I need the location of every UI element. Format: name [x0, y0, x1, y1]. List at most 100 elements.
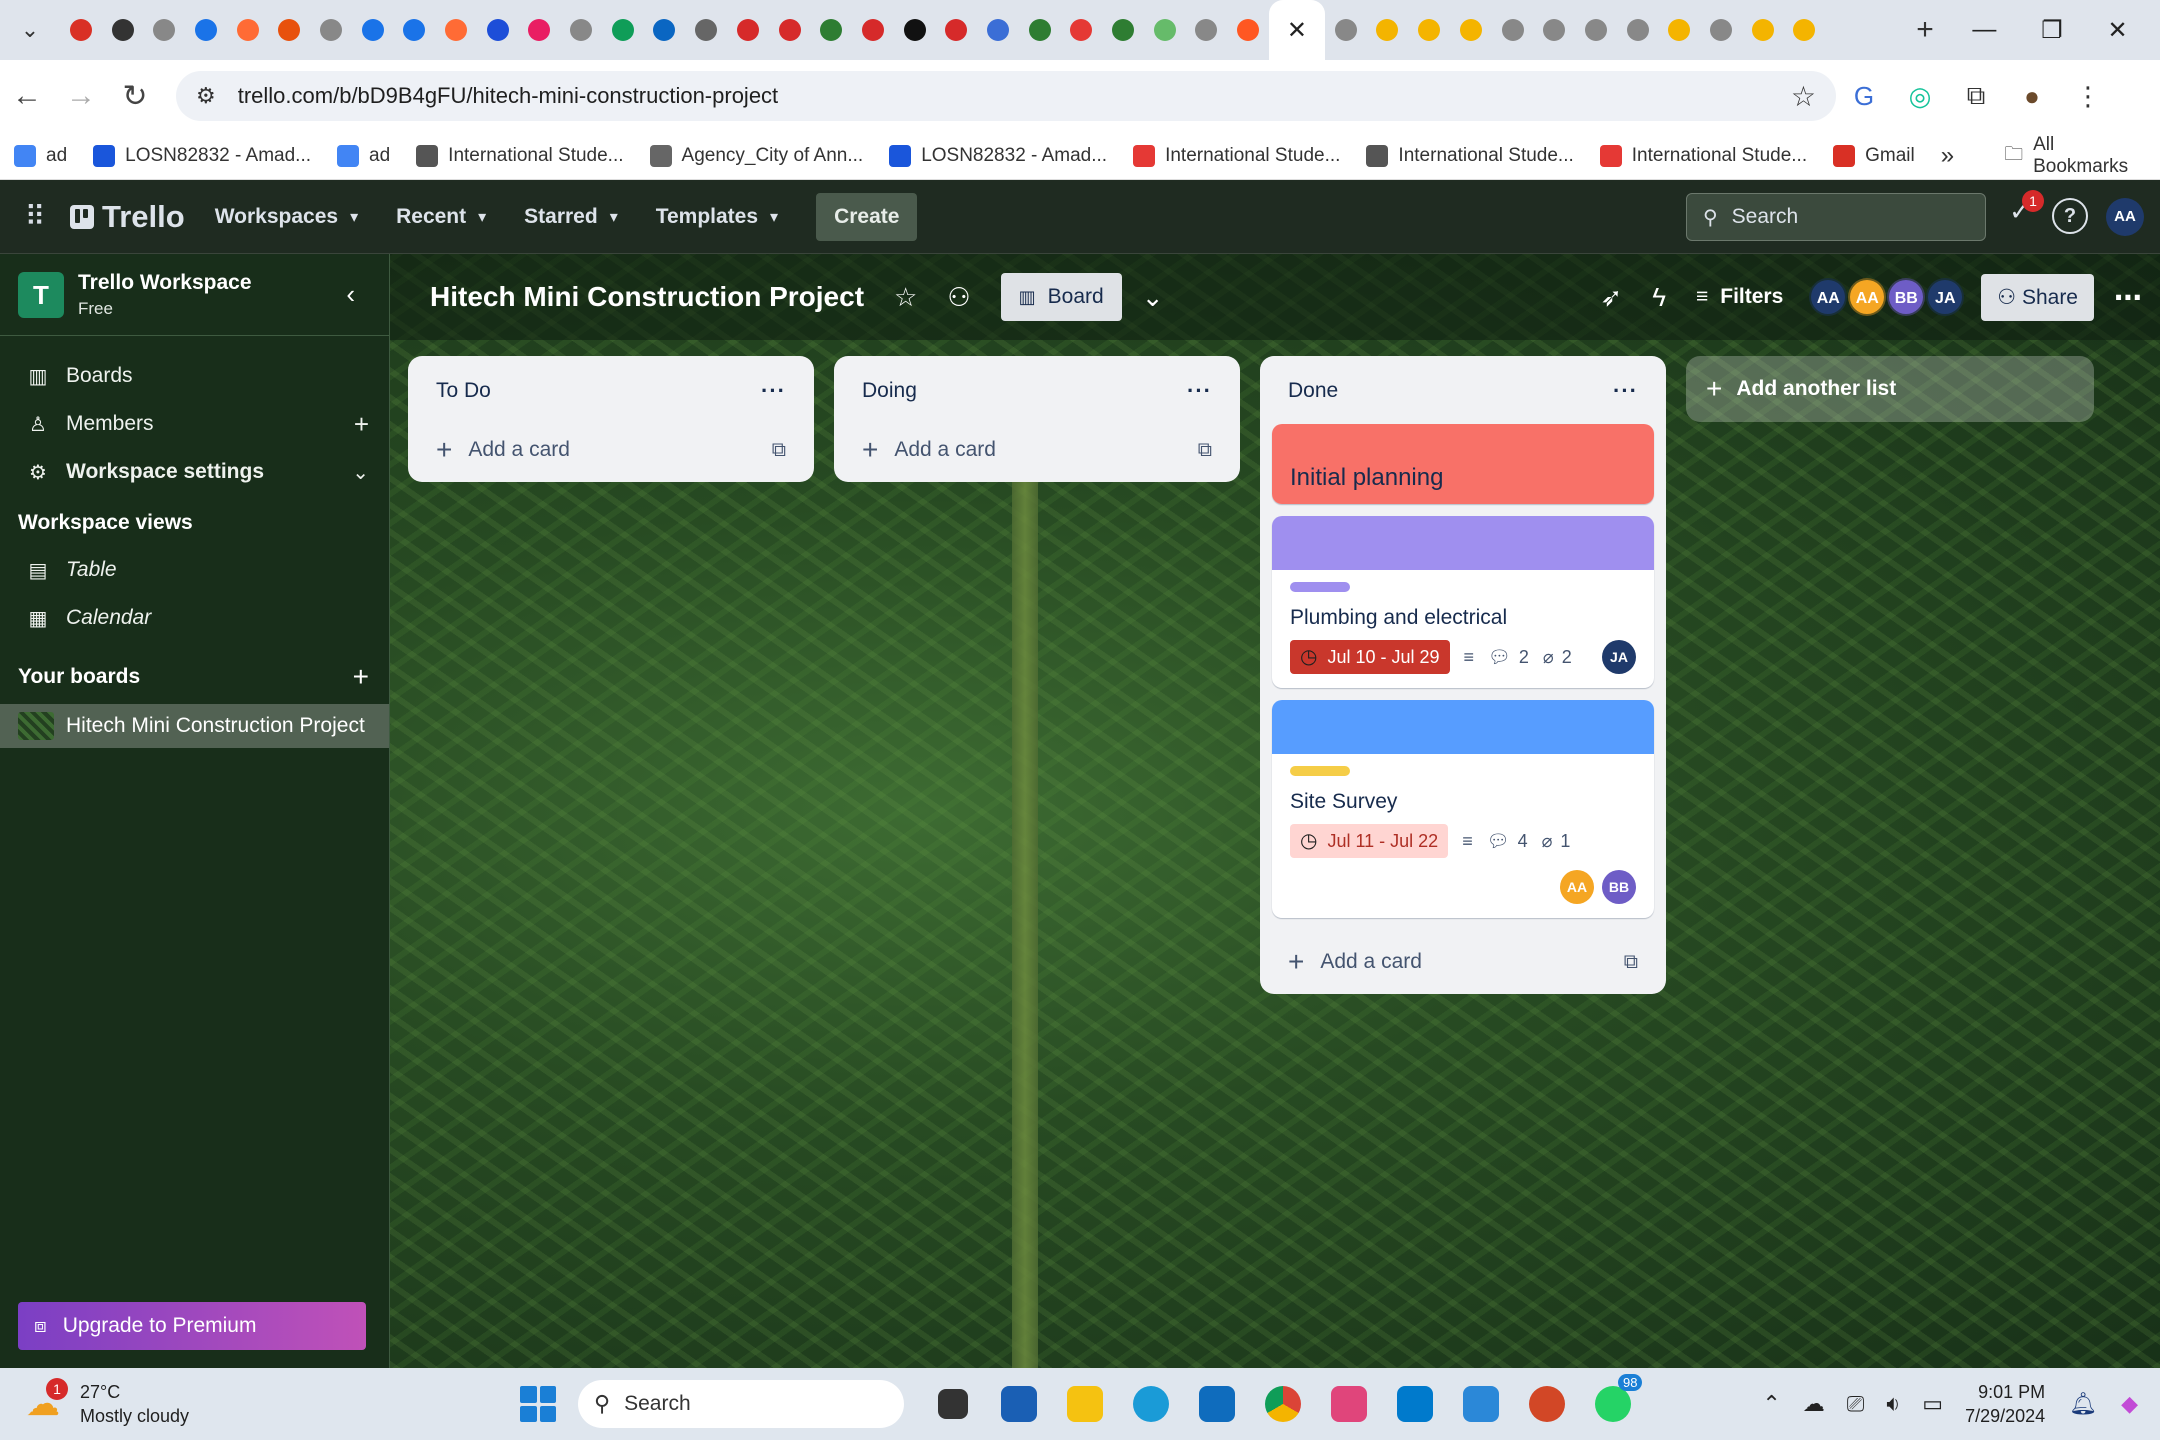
all-bookmarks-link[interactable]: All Bookmarks — [2033, 134, 2140, 178]
board-title[interactable]: Hitech Mini Construction Project — [430, 281, 864, 313]
browser-tab[interactable] — [394, 0, 436, 60]
snipping-tool-icon[interactable] — [1316, 1378, 1382, 1430]
browser-tab[interactable] — [1325, 0, 1367, 60]
new-tab-button[interactable]: + — [1900, 13, 1950, 47]
close-window-icon[interactable]: ✕ — [2107, 16, 2127, 45]
browser-tab[interactable] — [435, 0, 477, 60]
bookmark-star-icon[interactable]: ☆ — [1791, 80, 1816, 113]
browser-tab[interactable] — [1019, 0, 1061, 60]
browser-tab[interactable] — [1575, 0, 1617, 60]
omnibox[interactable]: ⚙ trello.com/b/bD9B4gFU/hitech-mini-cons… — [176, 71, 1836, 121]
close-tab-icon[interactable]: ✕ — [1287, 16, 1307, 45]
board-member-avatar[interactable]: AA — [1848, 278, 1887, 316]
back-icon[interactable]: ← — [0, 79, 54, 113]
profile-avatar-icon[interactable]: ● — [2004, 81, 2060, 112]
browser-tab[interactable] — [1102, 0, 1144, 60]
starred-menu[interactable]: Starred ▾ — [524, 205, 618, 229]
card-member-avatar[interactable]: BB — [1602, 870, 1636, 904]
browser-tab[interactable] — [1700, 0, 1742, 60]
browser-tab[interactable] — [644, 0, 686, 60]
views-chevron-down-icon[interactable]: ⌄ — [1142, 282, 1164, 313]
forward-icon[interactable]: → — [54, 79, 108, 113]
search-input[interactable]: ⚲ Search — [1686, 193, 1986, 241]
board-member-avatar[interactable]: AA — [1809, 278, 1848, 316]
browser-tab[interactable] — [185, 0, 227, 60]
browser-tab[interactable] — [143, 0, 185, 60]
recent-menu[interactable]: Recent ▾ — [396, 205, 486, 229]
card-site-survey[interactable]: Site Survey ◷ Jul 11 - Jul 22 ≡ 💬︎ 4 ⌀ 1 AA… — [1272, 700, 1654, 918]
card-initial-planning[interactable]: Initial planning — [1272, 424, 1654, 504]
browser-tab[interactable] — [894, 0, 936, 60]
list-menu-icon[interactable]: ··· — [1187, 378, 1212, 404]
browser-tab[interactable] — [560, 0, 602, 60]
browser-tab[interactable] — [519, 0, 561, 60]
copilot-icon[interactable]: ◆ — [2121, 1391, 2138, 1417]
outlook-icon[interactable] — [1184, 1378, 1250, 1430]
board-view-button[interactable]: ▥ Board — [1000, 273, 1122, 321]
bookmark-item[interactable]: Agency_City of Ann... — [649, 144, 863, 167]
notification-bell-icon[interactable]: 🔔︎ — [2069, 1391, 2097, 1417]
translate-extension-icon[interactable]: G — [1836, 81, 1892, 112]
bookmark-item[interactable]: International Stude... — [1366, 144, 1574, 167]
automation-bolt-icon[interactable]: ϟ — [1652, 282, 1666, 313]
chrome-menu-icon[interactable]: ⋮ — [2060, 81, 2116, 112]
sidebar-item-table[interactable]: ▤ Table — [0, 546, 389, 594]
browser-tab[interactable] — [727, 0, 769, 60]
browser-tab[interactable] — [935, 0, 977, 60]
list-header[interactable]: Done ··· — [1260, 356, 1666, 426]
list-header[interactable]: Doing ··· — [834, 356, 1240, 426]
browser-tab[interactable] — [1186, 0, 1228, 60]
onedrive-cloud-icon[interactable]: ☁ — [1803, 1391, 1825, 1417]
sidebar-item-calendar[interactable]: ▦ Calendar — [0, 594, 389, 642]
photos-icon[interactable] — [1448, 1378, 1514, 1430]
browser-tab[interactable] — [810, 0, 852, 60]
browser-tab[interactable] — [1227, 0, 1269, 60]
browser-tab[interactable] — [977, 0, 1019, 60]
list-menu-icon[interactable]: ··· — [761, 378, 786, 404]
bookmark-item[interactable]: LOSN82832 - Amad... — [93, 144, 311, 167]
add-another-list-button[interactable]: + Add another list — [1686, 356, 2094, 422]
card-template-icon[interactable]: ⧉ — [772, 439, 786, 462]
create-button[interactable]: Create — [816, 192, 918, 241]
browser-tab[interactable] — [1408, 0, 1450, 60]
taskbar-search[interactable]: ⚲ Search — [578, 1380, 904, 1428]
browser-tab[interactable] — [685, 0, 727, 60]
more-bookmarks-icon[interactable]: » — [1941, 142, 1954, 170]
list-title[interactable]: Doing — [862, 379, 917, 403]
create-board-icon[interactable]: + — [353, 661, 369, 693]
add-card-button[interactable]: + Add a card ⧉ — [1260, 930, 1666, 994]
notifications-bell-icon[interactable]: ✓ 1 — [2000, 190, 2044, 236]
add-card-button[interactable]: + Add a card ⧉ — [408, 418, 814, 482]
store-icon[interactable] — [986, 1378, 1052, 1430]
visibility-icon[interactable]: ⚇ — [947, 282, 970, 313]
collapse-sidebar-icon[interactable]: ‹ — [346, 279, 355, 310]
task-view-icon[interactable] — [920, 1378, 986, 1430]
card-plumbing-electrical[interactable]: Plumbing and electrical ◷ Jul 10 - Jul 29… — [1272, 516, 1654, 688]
browser-tab[interactable] — [1367, 0, 1409, 60]
board-member-avatar[interactable]: BB — [1887, 278, 1926, 316]
trello-logo[interactable]: Trello — [70, 199, 185, 235]
bookmark-item[interactable]: International Stude... — [416, 144, 624, 167]
edge-icon[interactable] — [1118, 1378, 1184, 1430]
restore-icon[interactable]: ❐ — [2041, 16, 2063, 45]
windows-start-icon[interactable] — [520, 1386, 556, 1422]
card-label[interactable] — [1290, 766, 1350, 776]
browser-tab[interactable] — [1450, 0, 1492, 60]
list-menu-icon[interactable]: ··· — [1613, 378, 1638, 404]
bookmark-item[interactable]: Gmail — [1833, 144, 1915, 167]
weather-widget[interactable]: ☁ 1 27°C Mostly cloudy — [26, 1378, 189, 1428]
sidebar-item-workspace-settings[interactable]: ⚙ Workspace settings ⌄ — [0, 448, 389, 496]
active-browser-tab[interactable]: ✕ — [1268, 0, 1325, 60]
browser-tab[interactable] — [227, 0, 269, 60]
list-header[interactable]: To Do ··· — [408, 356, 814, 426]
browser-tab[interactable] — [1784, 0, 1826, 60]
share-button[interactable]: ⚇ Share — [1981, 273, 2094, 321]
browser-tab[interactable] — [1144, 0, 1186, 60]
card-template-icon[interactable]: ⧉ — [1198, 439, 1212, 462]
bookmark-item[interactable]: ad — [337, 144, 390, 167]
card-member-avatar[interactable]: JA — [1602, 640, 1636, 674]
sidebar-item-members[interactable]: ♙ Members + — [0, 400, 389, 448]
browser-tab[interactable] — [852, 0, 894, 60]
workspaces-menu[interactable]: Workspaces ▾ — [215, 205, 358, 229]
vscode-icon[interactable] — [1382, 1378, 1448, 1430]
